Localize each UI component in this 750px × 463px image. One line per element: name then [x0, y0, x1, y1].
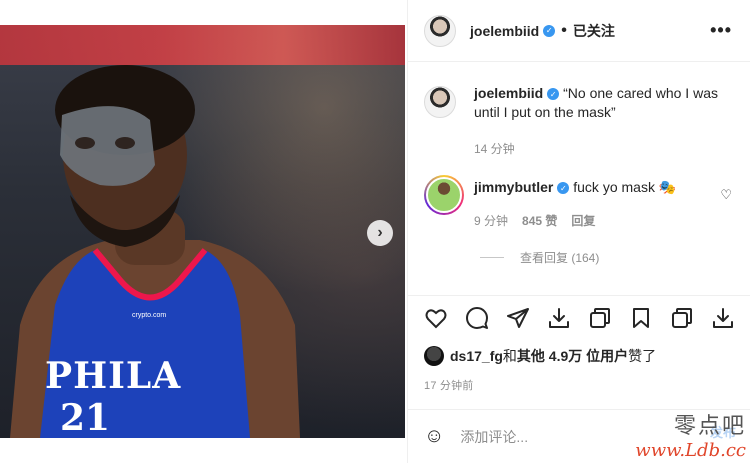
view-replies-button[interactable]: 查看回复 (164)	[480, 249, 599, 266]
likes-and: 和	[502, 348, 517, 364]
action-bar	[408, 295, 750, 339]
replies-divider	[480, 257, 504, 258]
author-avatar[interactable]	[424, 14, 456, 47]
comment-time: 9 分钟	[474, 214, 509, 228]
verified-badge-icon: ✓	[543, 24, 556, 37]
likes-summary: ds17_fg 和 其他 4.9万 位用户 赞了	[424, 346, 656, 366]
sponsor-logo: crypto.com	[132, 312, 167, 319]
comment-input[interactable]	[460, 428, 611, 445]
caption-username[interactable]: joelembiid	[474, 85, 543, 101]
post-photo[interactable]: PHILA 21 crypto.com ›	[0, 25, 405, 438]
bookmark-icon[interactable]	[629, 306, 653, 330]
view-replies-label: 查看回复 (164)	[520, 251, 600, 265]
post-header: joelembiid ✓ • 已关注 •••	[408, 0, 750, 62]
add-comment-bar: ☺	[408, 409, 750, 463]
commenter-username[interactable]: jimmybutler	[474, 179, 553, 195]
emoji-icon[interactable]: ☺	[424, 425, 444, 448]
download-icon[interactable]	[547, 306, 571, 330]
caption: joelembiid ✓ “No one cared who I was unti…	[424, 84, 744, 157]
comment-bubble-icon[interactable]	[465, 306, 489, 330]
like-heart-icon[interactable]	[424, 306, 448, 330]
chevron-right-icon: ›	[377, 224, 383, 241]
more-options-icon[interactable]: •••	[710, 20, 732, 41]
liker-username[interactable]: ds17_fg	[450, 348, 503, 364]
liker-avatar[interactable]	[424, 346, 444, 366]
caption-text-wrap: joelembiid ✓ “No one cared who I was unti…	[474, 84, 744, 122]
caption-time: 14 分钟	[474, 142, 515, 156]
reply-button[interactable]: 回复	[571, 212, 595, 229]
comment-body: fuck yo mask 🎭	[573, 179, 677, 195]
comment-text-wrap: jimmybutler ✓ fuck yo mask 🎭	[474, 179, 676, 196]
jersey-number: 21	[60, 397, 111, 438]
jersey-text: PHILA	[45, 355, 182, 397]
likes-others-count[interactable]: 其他 4.9万 位用户	[517, 346, 628, 366]
commenter-avatar[interactable]	[424, 175, 464, 215]
copy-icon[interactable]	[670, 306, 694, 330]
separator-dot: •	[561, 21, 567, 39]
comment-like-heart-icon[interactable]: ♡	[720, 187, 732, 203]
share-paper-plane-icon[interactable]	[506, 306, 530, 330]
publish-button[interactable]: 发布	[710, 422, 736, 441]
post-sidebar: joelembiid ✓ • 已关注 ••• joelembiid ✓ “No o…	[407, 0, 750, 463]
following-button[interactable]: 已关注	[573, 21, 615, 41]
post-timestamp[interactable]: 17 分钟前	[424, 377, 474, 393]
likes-suffix: 赞了	[628, 348, 657, 364]
copy-icon[interactable]	[588, 306, 612, 330]
download-icon[interactable]	[711, 306, 735, 330]
verified-badge-icon: ✓	[547, 88, 560, 101]
comment: jimmybutler ✓ fuck yo mask 🎭 9 分钟 845 赞 回…	[424, 175, 744, 229]
comment-likes[interactable]: 845 赞	[522, 212, 557, 229]
author-username[interactable]: joelembiid	[470, 23, 539, 39]
caption-author-avatar[interactable]	[424, 86, 456, 118]
next-photo-button[interactable]: ›	[367, 220, 393, 246]
verified-badge-icon: ✓	[557, 182, 570, 195]
comment-meta: 9 分钟 845 赞 回复	[474, 212, 676, 229]
